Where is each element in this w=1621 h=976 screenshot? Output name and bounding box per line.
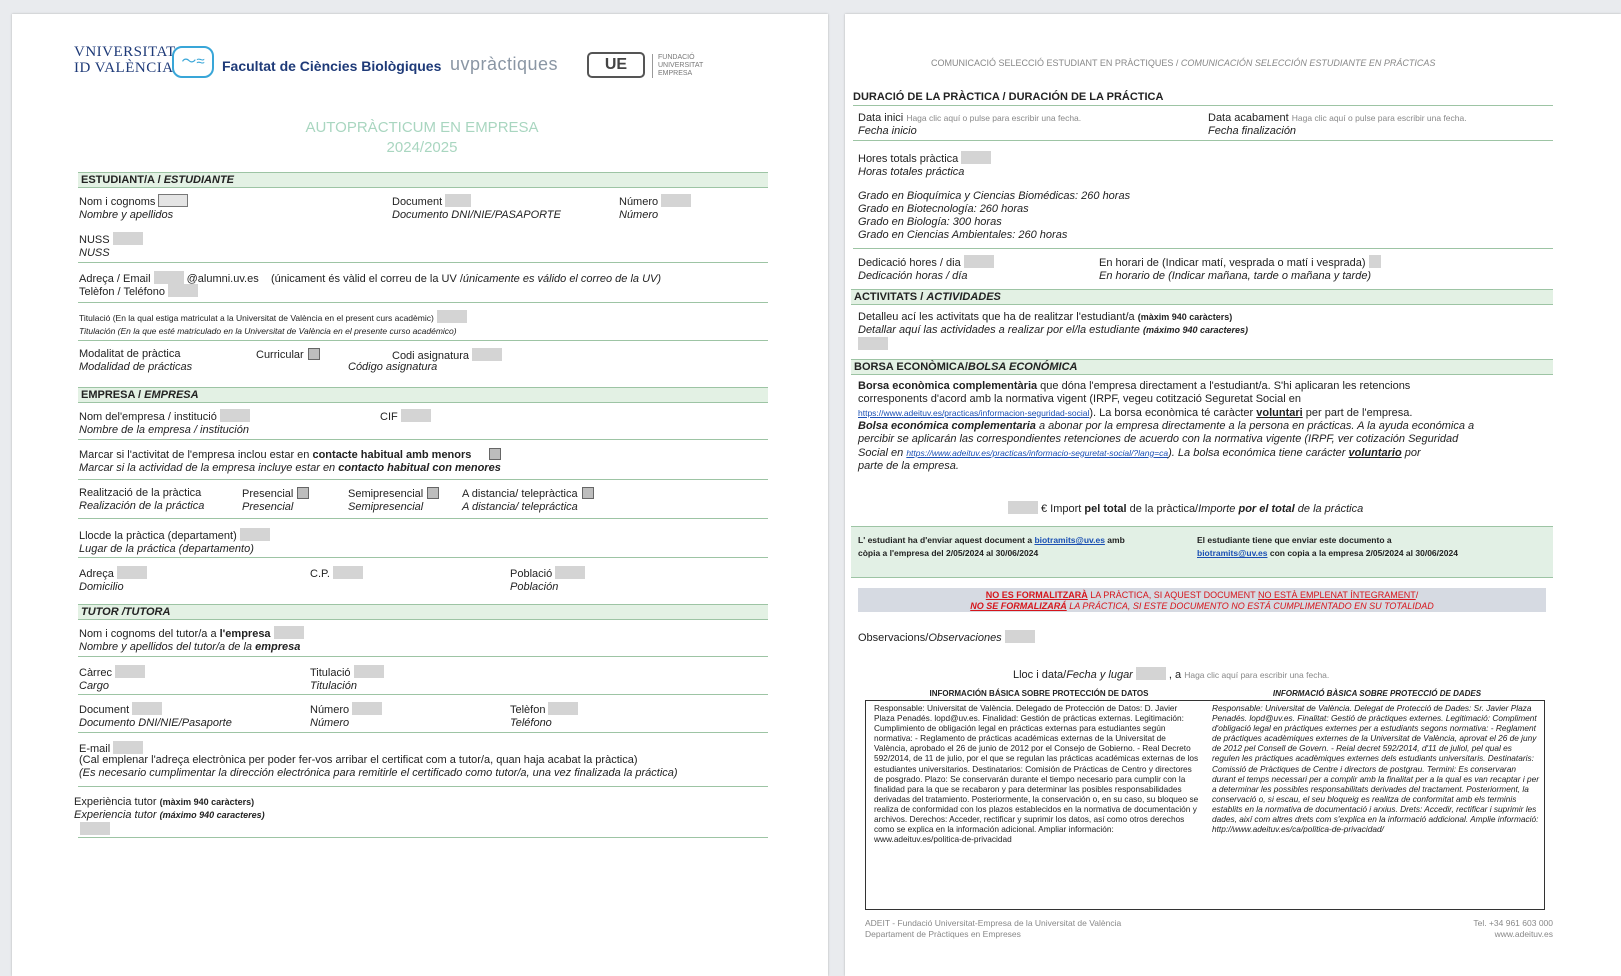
- student-phone-field[interactable]: Telèfon / Teléfono: [79, 284, 199, 299]
- tutor-experience-field[interactable]: Experiència tutor (màxim 940 caràcters) E…: [74, 796, 265, 837]
- ss-link-ca[interactable]: https://www.adeituv.es/practicas/informa…: [858, 408, 1089, 418]
- tutor-name-field[interactable]: Nom i cognoms del tutor/a a l'empresa Nom…: [79, 626, 304, 654]
- grade-hours-1: Grado en Bioquímica y Ciencias Biomédica…: [858, 190, 1131, 202]
- place-date-field[interactable]: Lloc i data/Fecha y lugar , a Haga clic …: [1013, 667, 1329, 682]
- section-student: ESTUDIANT/A / ESTUDIANTE: [78, 172, 768, 188]
- student-degree-field[interactable]: Titulació (En la qual estiga matriculat …: [79, 310, 467, 338]
- footer-right: Tel. +34 961 603 000 www.adeituv.es: [1473, 918, 1553, 939]
- company-name-field[interactable]: Nom del'empresa / institució Nombre de la…: [79, 409, 250, 437]
- grade-hours-2: Grado en Biotecnología: 260 horas: [858, 203, 1029, 215]
- section-duration: DURACIÓ DE LA PRÀCTICA / DURACIÓN DE LA …: [853, 91, 1164, 103]
- faculty-logo: Facultat de Ciències Biològiques: [222, 58, 442, 74]
- form-page-2: COMUNICACIÓ SELECCIÓ ESTUDIANT EN PRÀCTI…: [845, 14, 1621, 976]
- data-protection-heading-ca: INFORMACIÓ BÀSICA SOBRE PROTECCIÓ DE DAD…: [1272, 689, 1482, 698]
- minors-contact-field[interactable]: Marcar si l'activitat de l'empresa inclo…: [79, 448, 502, 475]
- tutor-email-note-ca: (Cal emplenar l'adreça electrònica per p…: [79, 754, 638, 766]
- practice-mode-field: Modalitat de pràctica Modalidad de prácti…: [79, 348, 193, 373]
- company-cif-field[interactable]: CIF: [380, 409, 431, 424]
- tutor-document-field[interactable]: Document Documento DNI/NIE/Pasaporte: [79, 702, 232, 730]
- send-instructions-ca: L' estudiant ha d'enviar aquest document…: [858, 535, 1125, 558]
- biotramits-link-es[interactable]: biotramits@uv.es: [1197, 548, 1267, 558]
- practice-realization-field: Realització de la pràctica Realización de…: [79, 487, 205, 512]
- semipresencial-checkbox[interactable]: Semipresencial Semipresencial: [348, 487, 440, 514]
- tutor-number-field[interactable]: Número Número: [310, 702, 383, 730]
- daily-hours-field[interactable]: Dedicació hores / dia Dedicación horas / …: [858, 255, 994, 283]
- data-protection-text-ca: Responsable: Universitat de València. De…: [1212, 703, 1539, 835]
- warning-text-es: NO SE FORMALIZARÁ LA PRÁCTICA, SI ESTE D…: [970, 601, 1434, 611]
- student-document-field[interactable]: Document Documento DNI/NIE/PASAPORTE: [392, 194, 561, 222]
- section-activities: ACTIVITATS / ACTIVIDADES: [851, 289, 1553, 305]
- data-protection-box: INFORMACIÓN BÁSICA SOBRE PROTECCIÓN DE D…: [865, 689, 1545, 910]
- activities-field[interactable]: Detalleu ací les activitats que ha de re…: [858, 311, 1248, 352]
- grant-amount-field[interactable]: € Import pel total de la pràctica/Import…: [1005, 501, 1363, 516]
- section-company: EMPRESA / EMPRESA: [78, 387, 768, 403]
- grade-hours-3: Grado en Biología: 300 horas: [858, 216, 1002, 228]
- presencial-checkbox[interactable]: Presencial Presencial: [242, 487, 310, 514]
- subject-code-label-es: Código asignatura: [348, 361, 438, 373]
- practice-place-field[interactable]: Llocde la pràctica (departament) Lugar de…: [79, 528, 270, 556]
- send-instructions-es: El estudiante tiene que enviar este docu…: [1197, 535, 1458, 558]
- total-hours-field[interactable]: Hores totals pràctica Horas totales práct…: [858, 151, 992, 179]
- start-date-field[interactable]: Data inici Haga clic aquí o pulse para e…: [858, 112, 1081, 138]
- tutor-email-note-es: (Es necesario cumplimentar la dirección …: [79, 767, 678, 779]
- warning-text-ca: NO ES FORMALITZARÀ LA PRÀCTICA, SI AQUES…: [985, 590, 1419, 600]
- footer-left: ADEIT - Fundació Universitat-Empresa de …: [865, 918, 1122, 939]
- form-title: AUTOPRÀCTICUM EN EMPRESA: [305, 119, 539, 136]
- grant-text-ca: Borsa econòmica complementària que dóna …: [858, 380, 1413, 419]
- section-grant: BORSA ECONÒMICA/BOLSA ECONÓMICA: [851, 359, 1553, 375]
- ue-logo: UE: [587, 52, 645, 78]
- company-cp-field[interactable]: C.P.: [310, 566, 363, 581]
- adeit-logo: FUNDACIÓ UNIVERSITAT EMPRESA: [652, 54, 732, 78]
- student-name-field[interactable]: Nom i cognoms Nombre y apellidos: [79, 194, 189, 222]
- tutor-degree-field[interactable]: Titulació Titulación: [310, 665, 384, 693]
- end-date-field[interactable]: Data acabament Haga clic aquí o pulse pa…: [1208, 112, 1467, 138]
- student-nuss-field[interactable]: NUSS NUSS: [79, 232, 143, 260]
- ss-link-es[interactable]: https://www.adeituv.es/practicas/informa…: [906, 448, 1168, 458]
- schedule-field[interactable]: En horari de (Indicar matí, vesprada o m…: [1099, 255, 1381, 283]
- student-number-field[interactable]: Número Número: [619, 194, 692, 222]
- curricular-checkbox[interactable]: Curricular: [256, 348, 320, 362]
- uv-wave-logo-icon: 〜≈: [172, 46, 214, 78]
- distance-checkbox[interactable]: A distancia/ telepràctica A distancia/ te…: [462, 487, 594, 514]
- biotramits-link-ca[interactable]: biotramits@uv.es: [1034, 535, 1104, 545]
- company-town-field[interactable]: Població Población: [510, 566, 586, 594]
- section-tutor: TUTOR /TUTORA: [78, 604, 768, 620]
- uv-logo: VNIVERSITAT ID VALÈNCIA: [74, 44, 176, 76]
- company-address-field[interactable]: Adreça Domicilio: [79, 566, 147, 594]
- data-protection-text-es: Responsable: Universitat de València. De…: [874, 703, 1199, 845]
- data-protection-heading-es: INFORMACIÓN BÁSICA SOBRE PROTECCIÓN DE D…: [929, 689, 1149, 698]
- observations-field[interactable]: Observacions/Observaciones: [858, 630, 1035, 645]
- grant-text-es: Bolsa económica complementaria a abonar …: [858, 420, 1475, 472]
- page2-header: COMUNICACIÓ SELECCIÓ ESTUDIANT EN PRÀCTI…: [931, 58, 1436, 68]
- form-page-1: VNIVERSITAT ID VALÈNCIA 〜≈ Facultat de Ci…: [12, 14, 828, 976]
- tutor-phone-field[interactable]: Telèfon Teléfono: [510, 702, 579, 730]
- uvpractiques-logo: uvpràctiques: [450, 54, 559, 74]
- tutor-position-field[interactable]: Càrrec Cargo: [79, 665, 146, 693]
- grade-hours-4: Grado en Ciencias Ambientales: 260 horas: [858, 229, 1068, 241]
- form-year: 2024/2025: [386, 139, 458, 156]
